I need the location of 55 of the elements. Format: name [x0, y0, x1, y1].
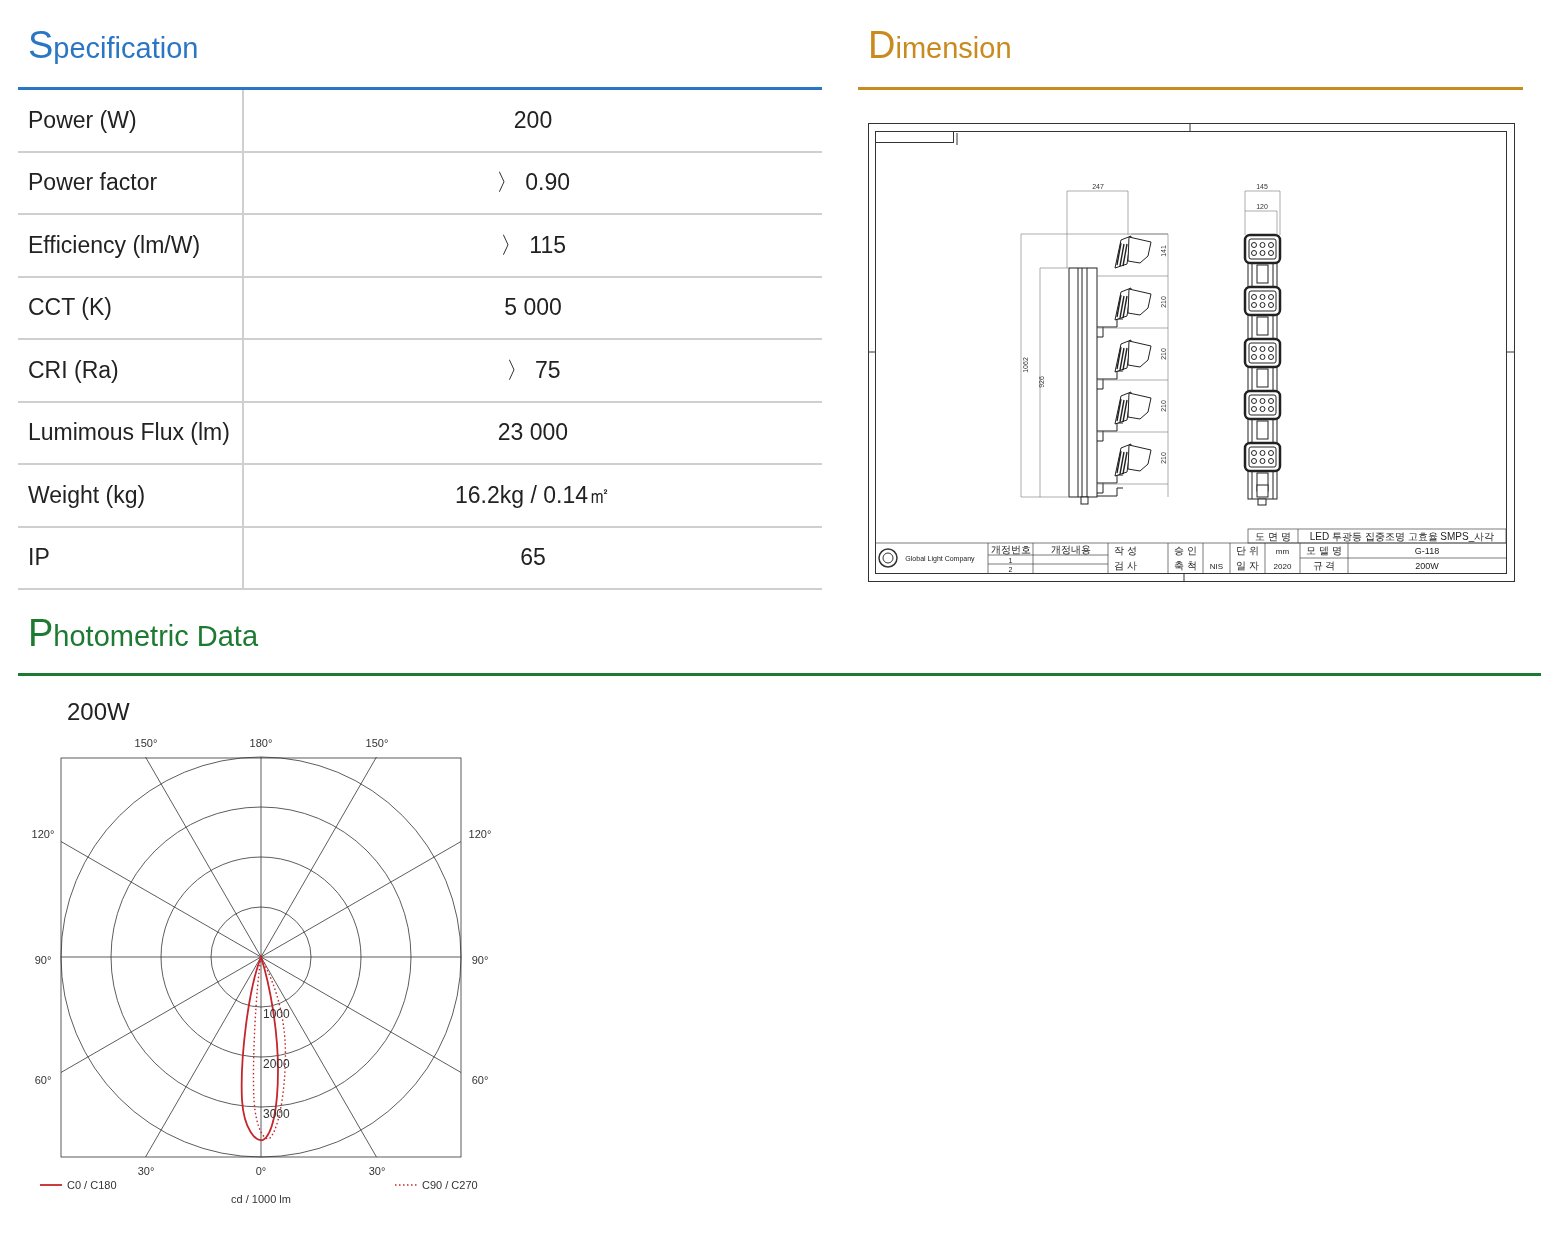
spec-value: 23 000	[497, 419, 569, 447]
title-block-text: 규 격	[1312, 560, 1336, 571]
spec-value: 200	[513, 106, 553, 134]
spec-value: 65	[520, 544, 546, 572]
title-block-text: NIS	[1209, 562, 1224, 571]
title-block-text: 모 델 명	[1306, 545, 1342, 556]
angle-label: 0°	[255, 1165, 267, 1177]
spec-label: CCT (K)	[28, 294, 112, 322]
angle-label: 180°	[249, 737, 273, 749]
angle-label: 30°	[137, 1165, 155, 1177]
spec-label: Lumimous Flux (lm)	[28, 419, 230, 447]
angle-label: 150°	[365, 737, 389, 749]
spec-value: 16.2kg / 0.14㎡	[455, 480, 611, 510]
angle-label: 120°	[31, 828, 55, 840]
angle-label: 60°	[34, 1074, 52, 1086]
legend-label: C0 / C180	[67, 1179, 117, 1191]
spec-label: Efficiency (lm/W)	[28, 231, 201, 259]
title-block-text: 개정번호	[990, 544, 1031, 555]
title-block-text: 축 척	[1174, 560, 1197, 571]
unit-label: cd / 1000 lm	[231, 1193, 291, 1205]
angle-label: 120°	[468, 828, 492, 840]
title-block-text: 검 사	[1114, 560, 1137, 571]
spec-label: CRI (Ra)	[28, 356, 119, 384]
title-block-text: 200W	[1415, 561, 1439, 571]
spec-label: Power factor	[28, 169, 158, 197]
emblem-icon	[878, 548, 898, 568]
title-block-text: 개정내용	[1050, 544, 1091, 555]
angle-label: 90°	[34, 954, 52, 966]
section-title: Dimension	[867, 24, 1012, 67]
angle-label: 150°	[134, 737, 158, 749]
title-block-text: 2020	[1273, 562, 1292, 571]
spec-value: 〉 75	[505, 355, 561, 385]
legend-line	[394, 1184, 418, 1186]
spec-value: 〉 0.90	[495, 168, 571, 198]
title-block-text: LED 투광등 집중조명 고효율 SMPS_사각	[1309, 531, 1495, 542]
legend-line	[39, 1184, 63, 1186]
spec-value: 〉 115	[499, 230, 567, 260]
title-block-text: 작 성	[1114, 545, 1137, 556]
title-block-text: 단 위	[1236, 545, 1259, 556]
angle-label: 30°	[368, 1165, 386, 1177]
spec-label: Weight (kg)	[28, 481, 146, 509]
spec-label: IP	[28, 544, 50, 572]
title-block-text: mm	[1275, 547, 1290, 556]
legend-label: C90 / C270	[422, 1179, 478, 1191]
title-block-text: G-118	[1414, 546, 1440, 556]
angle-label: 60°	[471, 1074, 489, 1086]
spec-value: 5 000	[504, 294, 562, 322]
title-block-text: 일 자	[1236, 560, 1259, 571]
section-title: Specification	[27, 24, 199, 67]
spec-label: Power (W)	[28, 106, 137, 134]
section-title: Photometric Data	[27, 612, 259, 655]
title-block-text: 도 면 명	[1255, 531, 1291, 542]
chart-label: 200W	[67, 698, 130, 726]
title-block-text: 승 인	[1174, 545, 1197, 556]
angle-label: 90°	[471, 954, 489, 966]
